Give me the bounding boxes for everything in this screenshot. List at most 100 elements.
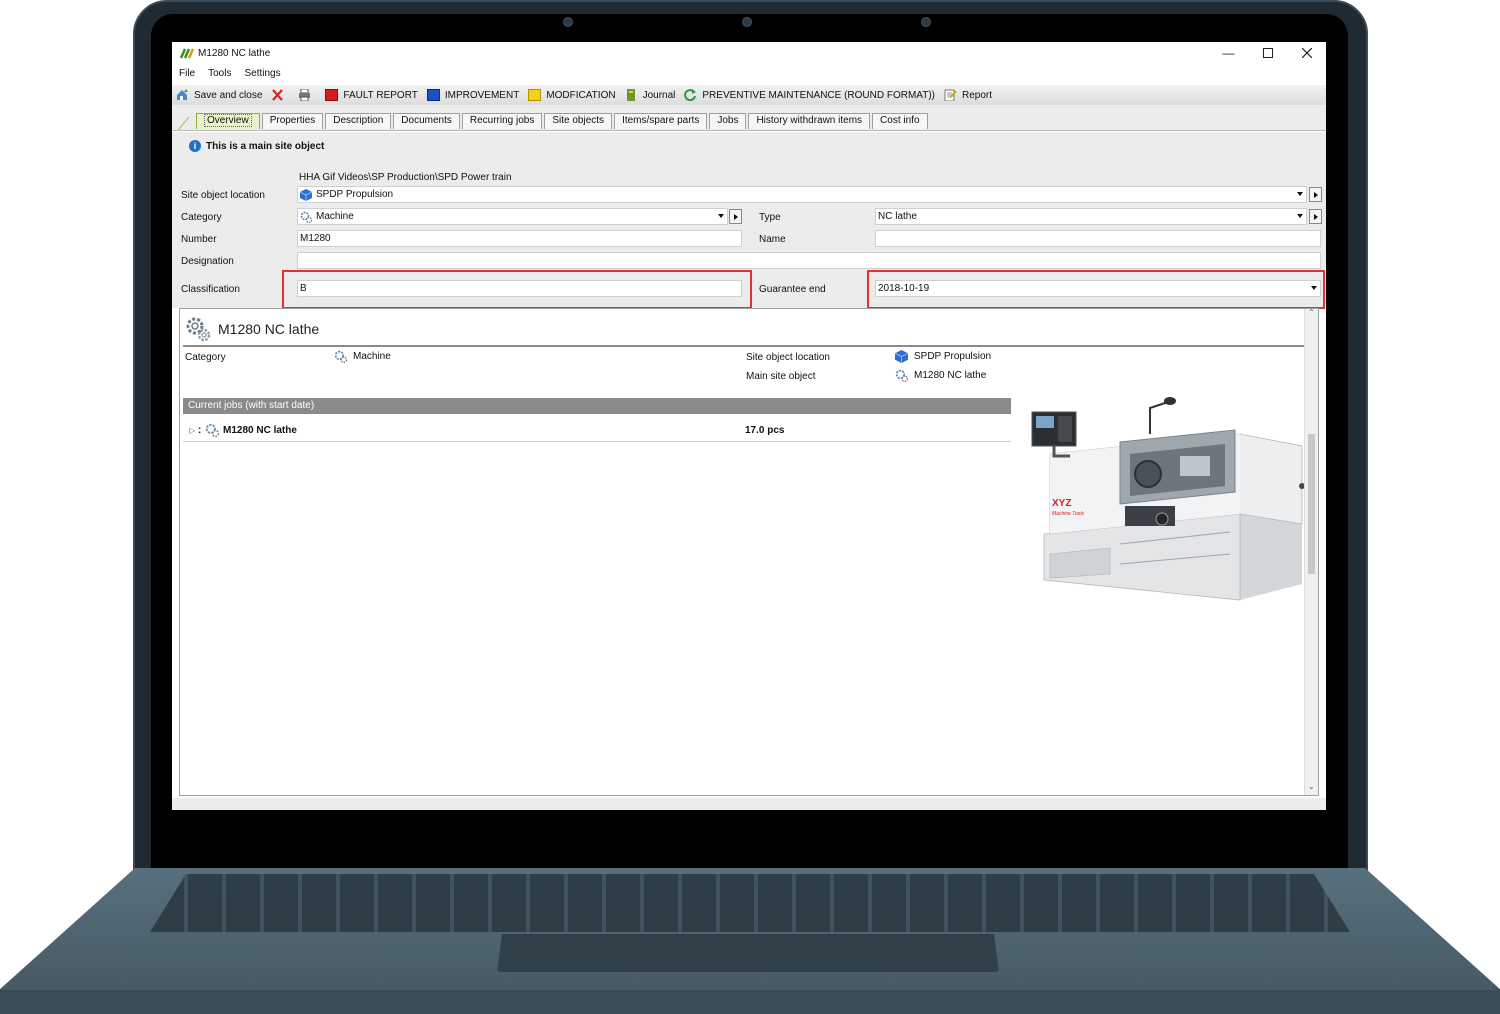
- info-bar: i This is a main site object: [172, 132, 1326, 160]
- report-button[interactable]: Report: [944, 89, 992, 101]
- dropdown-arrow-icon: [1297, 192, 1303, 196]
- site-location-text: SPDP Propulsion: [914, 351, 992, 362]
- overview-main-object-value[interactable]: M1280 NC lathe: [895, 369, 986, 382]
- site-location-dropdown[interactable]: SPDP Propulsion: [297, 186, 1307, 203]
- title-bar: M1280 NC lathe —: [172, 42, 1326, 64]
- tab-history-withdrawn-items[interactable]: History withdrawn items: [748, 113, 871, 129]
- type-dropdown[interactable]: NC lathe: [875, 208, 1307, 225]
- info-icon: i: [189, 140, 201, 152]
- number-input[interactable]: M1280: [297, 230, 742, 247]
- minimize-button[interactable]: —: [1209, 42, 1248, 64]
- refresh-cycle-icon: [684, 89, 697, 101]
- site-location-value: SPDP Propulsion: [316, 189, 394, 200]
- close-button[interactable]: [1287, 42, 1326, 64]
- delete-x-icon: [272, 89, 284, 101]
- close-icon: [1301, 48, 1312, 58]
- menu-file[interactable]: File: [172, 68, 201, 82]
- category-value: Machine: [316, 211, 354, 222]
- scroll-up-arrow-icon[interactable]: ⌃: [1308, 308, 1315, 317]
- laptop-base: [0, 868, 1500, 1014]
- number-value: M1280: [300, 233, 331, 244]
- maximize-button[interactable]: [1248, 42, 1287, 64]
- type-label: Type: [759, 212, 781, 223]
- number-label: Number: [181, 234, 217, 245]
- window-title: M1280 NC lathe: [198, 47, 271, 59]
- photo-subbrand: Machine Tools: [1052, 511, 1085, 517]
- overview-header: M1280 NC lathe: [184, 315, 319, 343]
- journal-book-icon: [626, 89, 635, 101]
- toolbar: Save and close FAULT REPORT IMPROVEMENT …: [172, 85, 1326, 105]
- overview-site-location-value[interactable]: SPDP Propulsion: [895, 350, 991, 363]
- save-and-close-button[interactable]: Save and close: [176, 89, 262, 101]
- menu-settings[interactable]: Settings: [237, 68, 286, 82]
- overview-category-label: Category: [185, 352, 226, 363]
- site-location-go-button[interactable]: [1309, 187, 1322, 202]
- category-dropdown[interactable]: Machine: [297, 208, 728, 225]
- save-icon: [177, 89, 188, 100]
- preventive-maintenance-button[interactable]: PREVENTIVE MAINTENANCE (ROUND FORMAT)): [684, 89, 935, 101]
- tab-properties[interactable]: Properties: [261, 113, 324, 129]
- report-label: Report: [962, 89, 993, 101]
- fault-report-button[interactable]: FAULT REPORT: [325, 89, 418, 101]
- journal-button[interactable]: Journal: [625, 89, 675, 101]
- app-logo-icon: [179, 47, 195, 59]
- yellow-square-icon: [528, 89, 542, 101]
- properties-form: HHA Gif Videos\SP Production\SPD Power t…: [172, 160, 1326, 309]
- dropdown-arrow-icon: [718, 214, 724, 218]
- category-go-button[interactable]: [729, 209, 742, 224]
- keyboard: [150, 874, 1350, 932]
- main-object-text: M1280 NC lathe: [914, 370, 987, 381]
- designation-input[interactable]: [297, 252, 1321, 269]
- scrollbar-thumb[interactable]: [1308, 434, 1315, 574]
- window-controls: —: [1209, 42, 1326, 64]
- designation-label: Designation: [181, 256, 234, 267]
- sensor-dot: [563, 17, 573, 27]
- tab-strip: Overview Properties Description Document…: [172, 105, 1326, 131]
- tab-jobs[interactable]: Jobs: [709, 113, 747, 129]
- dropdown-arrow-icon: [1297, 214, 1303, 218]
- overview-panel: M1280 NC lathe Category Machine Site obj…: [179, 308, 1319, 796]
- gear-icon: [334, 350, 347, 363]
- tab-overview[interactable]: Overview: [196, 113, 260, 129]
- guarantee-end-label: Guarantee end: [759, 284, 826, 295]
- cube-icon: [895, 350, 908, 363]
- maximize-icon: [1262, 48, 1273, 58]
- red-square-icon: [325, 89, 339, 101]
- scroll-down-arrow-icon[interactable]: ⌄: [1308, 782, 1315, 791]
- info-message: This is a main site object: [206, 140, 325, 152]
- tab-site-objects[interactable]: Site objects: [544, 113, 613, 129]
- modification-button[interactable]: MODFICATION: [528, 89, 616, 101]
- overview-category-value[interactable]: Machine: [334, 350, 391, 363]
- classification-highlight: [282, 270, 752, 309]
- job-name: M1280 NC lathe: [223, 425, 297, 436]
- tab-description[interactable]: Description: [325, 113, 392, 129]
- current-jobs-header: Current jobs (with start date): [183, 398, 1011, 414]
- photo-brand: XYZ: [1052, 498, 1071, 509]
- base-edge: [0, 990, 1500, 1014]
- print-button[interactable]: [298, 89, 316, 101]
- tab-recurring-jobs[interactable]: Recurring jobs: [461, 113, 543, 129]
- tab-cost-info[interactable]: Cost info: [872, 113, 928, 129]
- job-separator: :: [198, 425, 202, 436]
- app-window: M1280 NC lathe — File Tools Settings Sav…: [172, 42, 1326, 810]
- expand-arrow-icon[interactable]: ▷: [189, 426, 195, 435]
- tab-label: Overview: [204, 114, 252, 127]
- gears-icon: [186, 317, 211, 342]
- overview-main-object-label: Main site object: [746, 371, 816, 382]
- type-go-button[interactable]: [1309, 209, 1322, 224]
- name-input[interactable]: [875, 230, 1321, 247]
- improvement-button[interactable]: IMPROVEMENT: [426, 89, 519, 101]
- preventive-maintenance-label: PREVENTIVE MAINTENANCE (ROUND FORMAT)): [702, 89, 935, 101]
- table-row[interactable]: ▷ : M1280 NC lathe 17.0 pcs: [183, 422, 1011, 442]
- webcam: [742, 17, 752, 27]
- tab-documents[interactable]: Documents: [393, 113, 460, 129]
- category-text: Machine: [353, 351, 391, 362]
- name-label: Name: [759, 234, 786, 245]
- delete-button[interactable]: [271, 89, 289, 101]
- menu-tools[interactable]: Tools: [201, 68, 237, 82]
- modification-label: MODFICATION: [546, 89, 616, 101]
- tab-items-spare-parts[interactable]: Items/spare parts: [614, 113, 708, 129]
- touchpad: [497, 934, 999, 972]
- vertical-scrollbar[interactable]: ⌃ ⌄: [1304, 308, 1318, 795]
- sensor-dot: [921, 17, 931, 27]
